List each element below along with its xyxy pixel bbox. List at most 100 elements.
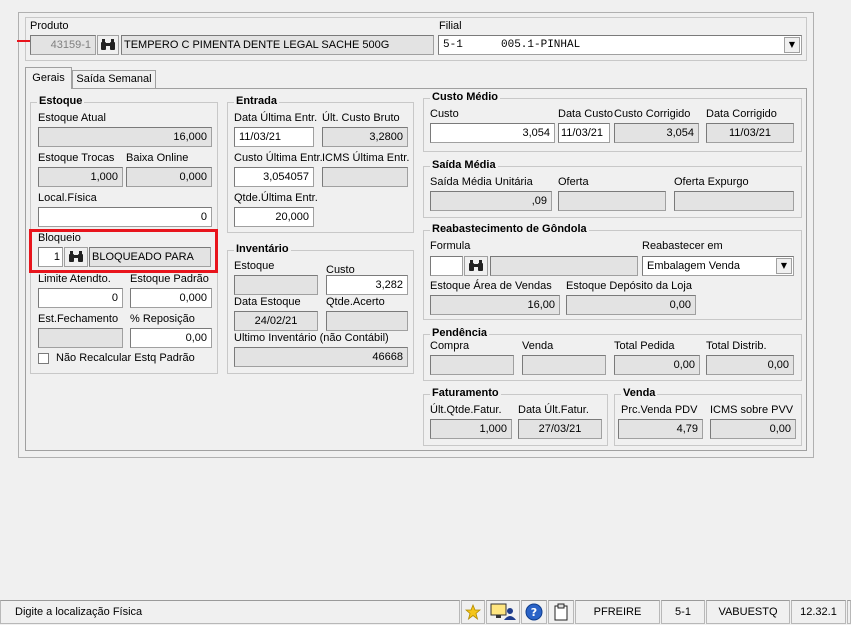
status-version: 12.32.1 xyxy=(791,600,846,624)
help-button[interactable]: ? xyxy=(521,600,547,624)
estoque-area-vendas-label: Estoque Área de Vendas xyxy=(430,280,552,292)
favorite-button[interactable] xyxy=(461,600,485,624)
prc-venda-pdv-label: Prc.Venda PDV xyxy=(621,404,698,416)
baixa-online-field[interactable]: 0,000 xyxy=(126,167,212,187)
tab-gerais[interactable]: Gerais xyxy=(25,67,72,89)
cm-data-corrigido-field[interactable]: 11/03/21 xyxy=(706,123,794,143)
produto-code-field[interactable]: 43159-1 xyxy=(30,35,96,55)
qtde-ultima-entr-field[interactable]: 20,000 xyxy=(234,207,314,227)
ultimo-inventario-field[interactable]: 46668 xyxy=(234,347,408,367)
estoque-atual-field[interactable]: 16,000 xyxy=(38,127,212,147)
produto-label: Produto xyxy=(30,20,69,32)
status-message: Digite a localização Física xyxy=(0,600,460,624)
estoque-trocas-field[interactable]: 1,000 xyxy=(38,167,123,187)
binoculars-icon xyxy=(101,39,115,50)
cm-data-custo-label: Data Custo xyxy=(558,108,614,120)
filial-label: Filial xyxy=(439,20,462,32)
pendencia-title: Pendência xyxy=(430,327,490,339)
pend-total-pedida-field[interactable]: 0,00 xyxy=(614,355,700,375)
reabastecer-em-label: Reabastecer em xyxy=(642,240,723,252)
pend-total-pedida-label: Total Pedida xyxy=(614,340,675,352)
venda-title: Venda xyxy=(621,387,658,399)
filial-name: 005.1-PINHAL xyxy=(501,39,581,51)
fat-qtde-field[interactable]: 1,000 xyxy=(430,419,512,439)
estoque-title: Estoque xyxy=(37,95,85,107)
qtde-ultima-entr-label: Qtde.Última Entr. xyxy=(234,192,318,204)
pend-compra-field[interactable] xyxy=(430,355,514,375)
estoque-area-vendas-field[interactable]: 16,00 xyxy=(430,295,560,315)
est-fechamento-field[interactable] xyxy=(38,328,123,348)
inv-estoque-field[interactable] xyxy=(234,275,318,295)
estoque-deposito-field[interactable]: 0,00 xyxy=(566,295,696,315)
fat-data-field[interactable]: 27/03/21 xyxy=(518,419,602,439)
bloqueio-highlight xyxy=(29,229,218,273)
pend-compra-label: Compra xyxy=(430,340,470,352)
cm-data-custo-field[interactable]: 11/03/21 xyxy=(558,123,610,143)
formula-field[interactable] xyxy=(430,256,463,276)
sm-expurgo-field[interactable] xyxy=(674,191,794,211)
clipboard-icon xyxy=(554,603,568,621)
inventario-title: Inventário xyxy=(234,243,291,255)
status-database: VABUESTQ xyxy=(706,600,790,624)
reposicao-label: % Reposição xyxy=(130,313,195,325)
chevron-down-icon[interactable]: ▼ xyxy=(776,258,792,274)
cm-custo-corrigido-label: Custo Corrigido xyxy=(614,108,691,120)
inv-qtde-acerto-field[interactable] xyxy=(326,311,408,331)
data-ultima-entr-field[interactable]: 11/03/21 xyxy=(234,127,314,147)
data-ultima-entr-label: Data Última Entr. xyxy=(234,112,318,124)
fat-qtde-label: Últ.Qtde.Fatur. xyxy=(430,404,502,416)
reabastecer-em-value: Embalagem Venda xyxy=(647,260,740,272)
prc-venda-pdv-field[interactable]: 4,79 xyxy=(618,419,703,439)
icms-ultima-entr-field[interactable] xyxy=(322,167,408,187)
clipboard-button[interactable] xyxy=(548,600,574,624)
nao-recalcular-checkbox[interactable] xyxy=(38,353,49,364)
pend-total-distrib-field[interactable]: 0,00 xyxy=(706,355,794,375)
cm-custo-field[interactable]: 3,054 xyxy=(430,123,555,143)
filial-select[interactable]: 5-1 005.1-PINHAL ▼ xyxy=(438,35,802,55)
sm-oferta-label: Oferta xyxy=(558,176,589,188)
status-filial: 5-1 xyxy=(661,600,705,624)
status-end xyxy=(847,600,851,624)
estoque-padrao-field[interactable]: 0,000 xyxy=(130,288,212,308)
sm-unitaria-field[interactable]: ,09 xyxy=(430,191,552,211)
ultimo-inventario-label: Ultimo Inventário (não Contábil) xyxy=(234,332,389,344)
limite-atendto-field[interactable]: 0 xyxy=(38,288,123,308)
cm-data-corrigido-label: Data Corrigido xyxy=(706,108,777,120)
tab-saida-semanal-label: Saída Semanal xyxy=(76,73,152,85)
inv-custo-field[interactable]: 3,282 xyxy=(326,275,408,295)
inv-estoque-label: Estoque xyxy=(234,260,275,272)
inv-data-estoque-field[interactable]: 24/02/21 xyxy=(234,311,318,331)
tab-saida-semanal[interactable]: Saída Semanal xyxy=(72,70,156,89)
svg-text:?: ? xyxy=(531,606,537,619)
custo-medio-title: Custo Médio xyxy=(430,91,500,103)
local-fisica-field[interactable]: 0 xyxy=(38,207,212,227)
reposicao-field[interactable]: 0,00 xyxy=(130,328,212,348)
filial-code: 5-1 xyxy=(443,39,463,51)
faturamento-title: Faturamento xyxy=(430,387,501,399)
ult-custo-bruto-field[interactable]: 3,2800 xyxy=(322,127,408,147)
tab-gerais-label: Gerais xyxy=(32,72,65,84)
formula-desc-field xyxy=(490,256,638,276)
estoque-trocas-label: Estoque Trocas xyxy=(38,152,115,164)
custo-ultima-entr-field[interactable]: 3,054057 xyxy=(234,167,314,187)
produto-search-button[interactable] xyxy=(97,35,119,55)
pend-venda-label: Venda xyxy=(522,340,554,352)
reabastecer-em-select[interactable]: Embalagem Venda ▼ xyxy=(642,256,794,276)
formula-search-button[interactable] xyxy=(464,256,488,276)
sm-oferta-field[interactable] xyxy=(558,191,666,211)
produto-name-field: TEMPERO C PIMENTA DENTE LEGAL SACHE 500G xyxy=(121,35,434,55)
star-icon xyxy=(464,603,482,621)
icms-pvv-label: ICMS sobre PVV xyxy=(710,404,794,416)
limite-atendto-label: Limite Atendto. xyxy=(38,273,111,285)
formula-label: Formula xyxy=(430,240,471,252)
local-fisica-label: Local.Física xyxy=(38,192,97,204)
cm-custo-corrigido-field[interactable]: 3,054 xyxy=(614,123,699,143)
icms-pvv-field[interactable]: 0,00 xyxy=(710,419,796,439)
icms-ultima-entr-label: ICMS Última Entr. xyxy=(322,152,410,164)
screen-user-button[interactable] xyxy=(486,600,520,624)
pend-total-distrib-label: Total Distrib. xyxy=(706,340,767,352)
pend-venda-field[interactable] xyxy=(522,355,606,375)
chevron-down-icon[interactable]: ▼ xyxy=(784,37,800,53)
binoculars-icon xyxy=(469,260,483,271)
nao-recalcular-label: Não Recalcular Estq Padrão xyxy=(56,352,195,364)
